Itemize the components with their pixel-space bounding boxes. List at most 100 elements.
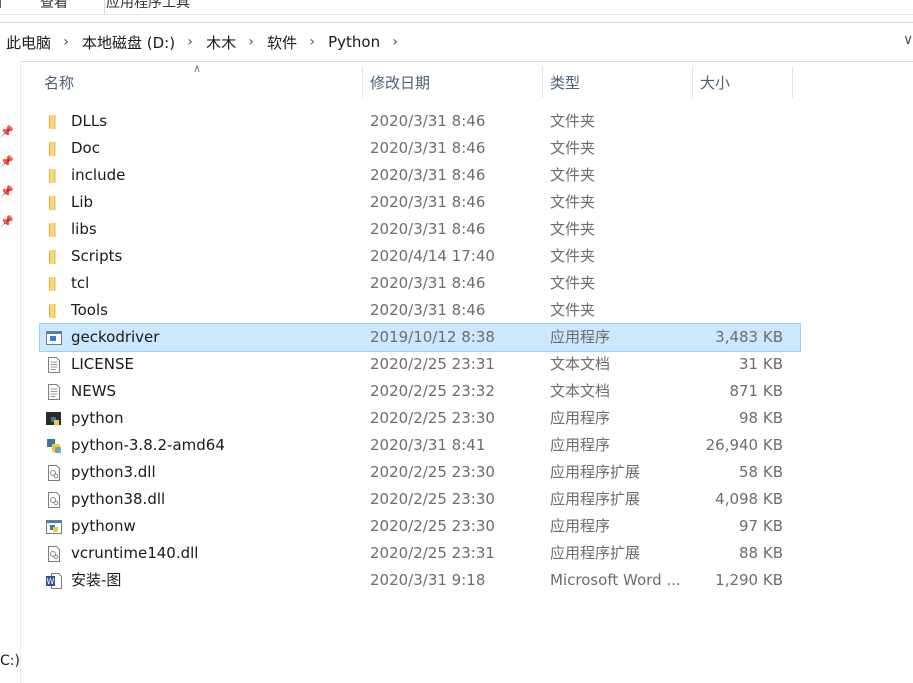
file-date-modified: 2020/3/31 8:41 — [370, 436, 486, 454]
file-date-modified: 2020/3/31 8:46 — [370, 112, 486, 130]
file-row[interactable]: pythonw 2020/2/25 23:30 应用程序 97 KB — [40, 513, 800, 540]
folder-icon — [46, 249, 62, 265]
file-date-modified: 2020/3/31 8:46 — [370, 220, 486, 238]
address-dropdown-chevron-icon[interactable]: ∨ — [903, 32, 913, 48]
dll-icon — [46, 465, 62, 481]
pin-icon[interactable]: 📌 — [0, 125, 14, 139]
file-row[interactable]: Doc 2020/3/31 8:46 文件夹 — [40, 135, 800, 162]
chevron-right-icon[interactable]: › — [388, 34, 402, 50]
file-date-modified: 2020/2/25 23:30 — [370, 463, 495, 481]
column-divider[interactable] — [542, 66, 543, 98]
dll-icon — [46, 546, 62, 562]
file-size: 97 KB — [739, 517, 783, 535]
file-row[interactable]: Lib 2020/3/31 8:46 文件夹 — [40, 189, 800, 216]
file-size: 26,940 KB — [705, 436, 783, 454]
pin-icon[interactable]: 📌 — [0, 155, 14, 169]
file-date-modified: 2020/2/25 23:30 — [370, 517, 495, 535]
file-row[interactable]: LICENSE 2020/2/25 23:31 文本文档 31 KB — [40, 351, 800, 378]
column-header-date[interactable]: 修改日期 — [370, 66, 430, 100]
breadcrumb-drive-d[interactable]: 本地磁盘 (D:) — [82, 32, 175, 53]
file-date-modified: 2020/2/25 23:31 — [370, 544, 495, 562]
tab-view[interactable]: 查看 — [40, 0, 68, 12]
breadcrumb-software[interactable]: 软件 — [267, 32, 297, 53]
ribbon-divider — [104, 0, 105, 14]
file-type: 应用程序扩展 — [550, 490, 641, 508]
file-size: 4,098 KB — [715, 490, 783, 508]
breadcrumb-this-pc[interactable]: 此电脑 — [6, 32, 51, 53]
file-type: 应用程序扩展 — [550, 463, 641, 481]
file-row[interactable]: DLLs 2020/3/31 8:46 文件夹 — [40, 108, 800, 135]
column-divider[interactable] — [362, 66, 363, 98]
file-row[interactable]: python-3.8.2-amd64 2020/3/31 8:41 应用程序 26,9… — [40, 432, 800, 459]
file-size: 58 KB — [739, 463, 783, 481]
column-divider[interactable] — [792, 66, 793, 98]
file-name: Tools — [71, 301, 108, 319]
file-type: 文件夹 — [550, 166, 596, 184]
breadcrumb-mumu[interactable]: 木木 — [206, 32, 236, 53]
file-size: 98 KB — [739, 409, 783, 427]
file-list: DLLs 2020/3/31 8:46 文件夹 Doc 2020/3/31 8:46 文件… — [39, 108, 801, 594]
file-name: tcl — [71, 274, 90, 292]
pin-icon[interactable]: 📌 — [0, 185, 14, 199]
file-date-modified: 2020/3/31 8:46 — [370, 301, 486, 319]
chevron-right-icon[interactable]: › — [244, 34, 258, 50]
file-date-modified: 2020/3/31 8:46 — [370, 274, 486, 292]
folder-icon — [46, 222, 62, 238]
breadcrumb: 此电脑 › 本地磁盘 (D:) › 木木 › 软件 › Python › — [6, 23, 411, 61]
ribbon-edge — [0, 0, 5, 8]
file-name: Doc — [71, 139, 100, 157]
file-row[interactable]: geckodriver 2019/10/12 8:38 应用程序 3,483 KB — [39, 323, 801, 352]
file-type: 文件夹 — [550, 220, 596, 238]
file-type: 应用程序 — [550, 436, 611, 454]
file-name: Lib — [71, 193, 94, 211]
exe-icon — [46, 330, 62, 346]
file-row[interactable]: python 2020/2/25 23:30 应用程序 98 KB — [40, 405, 800, 432]
address-bar[interactable]: 此电脑 › 本地磁盘 (D:) › 木木 › 软件 › Python › ∨ — [0, 22, 913, 62]
file-name: include — [71, 166, 126, 184]
file-date-modified: 2020/3/31 8:46 — [370, 139, 486, 157]
file-type: 应用程序扩展 — [550, 544, 641, 562]
file-row[interactable]: libs 2020/3/31 8:46 文件夹 — [40, 216, 800, 243]
sort-ascending-icon: ∧ — [193, 62, 202, 75]
file-name: DLLs — [71, 112, 108, 130]
file-type: 应用程序 — [550, 328, 611, 346]
python-installer-icon — [46, 438, 62, 454]
file-row[interactable]: python3.dll 2020/2/25 23:30 应用程序扩展 58 KB — [40, 459, 800, 486]
word-doc-icon: W — [46, 573, 62, 589]
chevron-right-icon[interactable]: › — [59, 34, 73, 50]
navigation-pane: 📌 📌 📌 📌 — [0, 61, 21, 683]
file-name: python — [71, 409, 124, 427]
file-row[interactable]: vcruntime140.dll 2020/2/25 23:31 应用程序扩展 88 … — [40, 540, 800, 567]
file-row[interactable]: include 2020/3/31 8:46 文件夹 — [40, 162, 800, 189]
python-console-icon — [46, 411, 62, 427]
file-row[interactable]: Scripts 2020/4/14 17:40 文件夹 — [40, 243, 800, 270]
column-header-name[interactable]: 名称 — [44, 66, 74, 100]
chevron-right-icon[interactable]: › — [183, 34, 197, 50]
file-row[interactable]: tcl 2020/3/31 8:46 文件夹 — [40, 270, 800, 297]
file-name: libs — [71, 220, 97, 238]
column-divider[interactable] — [692, 66, 693, 98]
file-size: 88 KB — [739, 544, 783, 562]
file-size: 31 KB — [739, 355, 783, 373]
file-type: 应用程序 — [550, 409, 611, 427]
file-row[interactable]: Tools 2020/3/31 8:46 文件夹 — [40, 297, 800, 324]
column-header-type[interactable]: 类型 — [550, 66, 580, 100]
file-row[interactable]: NEWS 2020/2/25 23:32 文本文档 871 KB — [40, 378, 800, 405]
nav-drive-c-label[interactable]: C:) — [0, 653, 20, 669]
file-type: 文件夹 — [550, 193, 596, 211]
file-size: 1,290 KB — [715, 571, 783, 589]
file-row[interactable]: W 安装-图 2020/3/31 9:18 Microsoft Word ... 1,2… — [40, 567, 800, 594]
ribbon-strip: 查看 应用程序工具 — [0, 0, 913, 15]
file-type: 应用程序 — [550, 517, 611, 535]
file-name: NEWS — [71, 382, 117, 400]
file-date-modified: 2020/4/14 17:40 — [370, 247, 495, 265]
breadcrumb-python[interactable]: Python — [328, 33, 380, 51]
python-window-icon — [46, 519, 62, 535]
folder-icon — [46, 195, 62, 211]
pin-icon[interactable]: 📌 — [0, 215, 14, 229]
tab-app-tools[interactable]: 应用程序工具 — [106, 0, 190, 12]
chevron-right-icon[interactable]: › — [305, 34, 319, 50]
file-row[interactable]: python38.dll 2020/2/25 23:30 应用程序扩展 4,098 K… — [40, 486, 800, 513]
file-name: python-3.8.2-amd64 — [71, 436, 225, 454]
column-header-size[interactable]: 大小 — [700, 66, 730, 100]
